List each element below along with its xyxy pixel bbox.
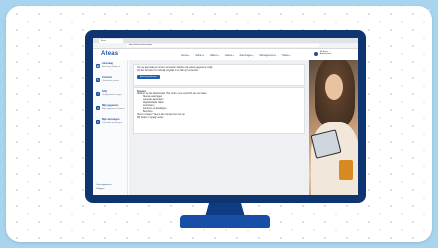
monitor-stand [180,215,270,228]
sidebar-item-aanvraag[interactable]: ▤ Aanvraag Aanvraag indienen [93,62,127,74]
monitor-screen: Ateas https://ateas.nl/aanvragen Ateas H… [93,38,358,195]
list-icon: ≡ [96,120,100,124]
sidebar-item-mijn-gegevens[interactable]: ● Mijn gegevens Mijn gegevens beheren [93,104,127,116]
contract-icon: ✎ [96,78,100,82]
nav-item-home[interactable]: Home [181,54,189,57]
user-avatar-icon [314,52,318,56]
sidebar-item-sub: Aanvraag indienen [102,65,121,68]
photo-mug [339,160,353,180]
illustration-card: Ateas https://ateas.nl/aanvragen Ateas H… [6,6,432,242]
intro-text-2: Vul het formulier zo volledig mogelijk i… [137,70,199,72]
user-icon: ● [96,106,100,110]
user-role: Administrator [320,53,332,56]
sidebar-item-sub: Veelgestelde vragen [102,93,122,96]
intro-panel: Om uw aanvraag te kunnen verwerken hebbe… [133,64,305,86]
nav-item-aanvragen[interactable]: Aanvragen [239,54,253,57]
submit-request-button[interactable]: Aanvraag indienen [137,75,160,79]
nav-item-zaken[interactable]: Zaken [210,54,219,57]
info-panel: Nieuws Welkom op het klantportaal. Hier … [133,87,305,134]
sidebar-footer: Contactgegevens Uitloggen [96,183,112,191]
sidebar-item-sub: Overzicht aanvragen [102,121,123,124]
faq-icon: ? [96,92,100,96]
sidebar: ▤ Aanvraag Aanvraag indienen ✎ Contract … [93,60,128,195]
nav-item-management[interactable]: Management [259,54,276,57]
nav-item-admin[interactable]: Admin [195,54,204,57]
app-logo[interactable]: Ateas [101,51,118,57]
user-menu[interactable]: Mr. Ateas Administrator [314,51,356,59]
logout-link[interactable]: Uitloggen [96,187,112,191]
logo-text: Ateas [101,51,119,57]
sidebar-item-faq[interactable]: ? FAQ Veelgestelde vragen [93,90,127,102]
nav-item-cases[interactable]: Cases [225,54,234,57]
info-footer-2: Wij helpen u graag verder. [137,117,164,119]
main-content: Om uw aanvraag te kunnen verwerken hebbe… [129,60,309,195]
sidebar-item-sub: Mijn gegevens beheren [102,107,125,110]
document-icon: ▤ [96,64,100,68]
address-bar[interactable]: https://ateas.nl/aanvragen [127,44,319,47]
main-nav: Home Admin Zaken Cases Aanvragen Managem… [181,54,290,57]
sidebar-item-mijn-aanvragen[interactable]: ≡ Mijn aanvragen Overzicht aanvragen [93,118,127,130]
photo-face [325,74,343,100]
sidebar-item-sub: Contracten inzien [102,79,120,82]
app-body: ▤ Aanvraag Aanvraag indienen ✎ Contract … [93,60,358,195]
sidebar-item-contract[interactable]: ✎ Contract Contracten inzien [93,76,127,88]
info-list: Nieuwe aanvragen Lopende aanvragen Afgeh… [137,96,301,114]
hero-photo [309,60,358,195]
nav-item-taken[interactable]: Taken [282,54,290,57]
monitor-bezel: Ateas https://ateas.nl/aanvragen Ateas H… [85,30,366,203]
page-background: Ateas https://ateas.nl/aanvragen Ateas H… [0,0,438,248]
